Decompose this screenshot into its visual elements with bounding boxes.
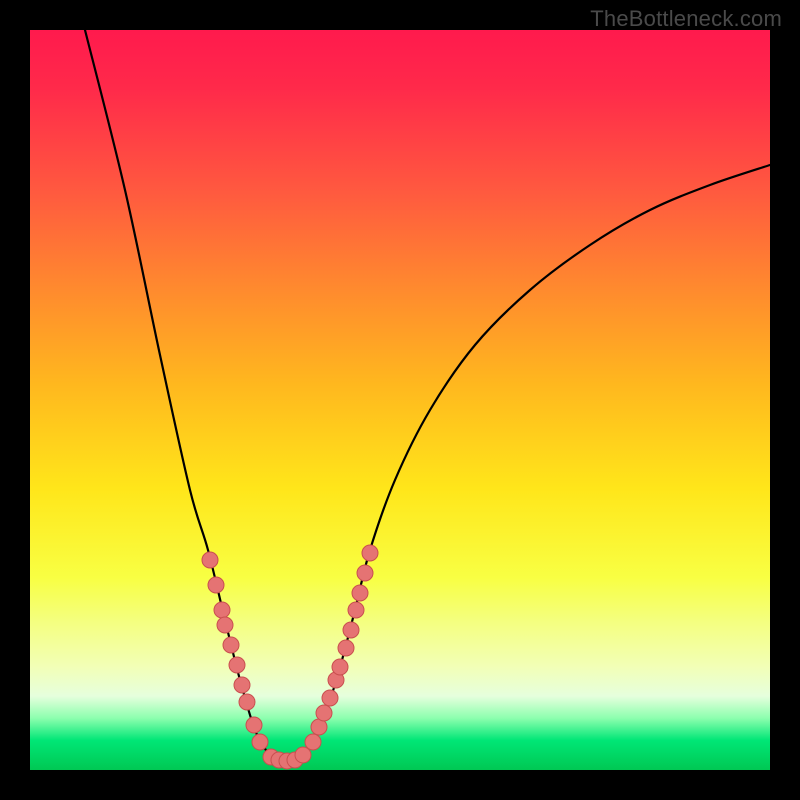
data-dot	[332, 659, 348, 675]
bottleneck-curve	[85, 30, 770, 761]
data-dot	[252, 734, 268, 750]
data-dot	[352, 585, 368, 601]
data-dot	[239, 694, 255, 710]
data-dot	[357, 565, 373, 581]
data-dot	[362, 545, 378, 561]
data-dot	[246, 717, 262, 733]
data-dot	[316, 705, 332, 721]
data-dot	[214, 602, 230, 618]
data-dots	[202, 545, 378, 769]
watermark-text: TheBottleneck.com	[590, 6, 782, 32]
data-dot	[305, 734, 321, 750]
data-dot	[322, 690, 338, 706]
data-dot	[348, 602, 364, 618]
chart-plot-area	[30, 30, 770, 770]
data-dot	[229, 657, 245, 673]
chart-svg	[30, 30, 770, 770]
data-dot	[338, 640, 354, 656]
data-dot	[343, 622, 359, 638]
data-dot	[217, 617, 233, 633]
data-dot	[295, 747, 311, 763]
data-dot	[234, 677, 250, 693]
data-dot	[208, 577, 224, 593]
data-dot	[223, 637, 239, 653]
data-dot	[202, 552, 218, 568]
